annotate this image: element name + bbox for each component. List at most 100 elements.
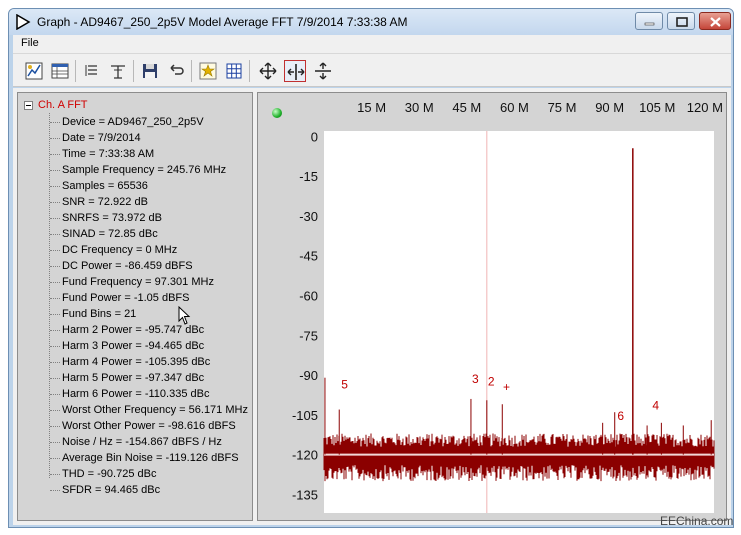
tree-branch-line (50, 218, 60, 219)
tree-branch-line (50, 330, 60, 331)
tree-branch-line (50, 154, 60, 155)
tree-branch-line (50, 314, 60, 315)
undo-icon (170, 64, 184, 75)
maximize-button[interactable] (667, 12, 695, 30)
tree-branch-line (50, 266, 60, 267)
tree-branch-line (50, 202, 60, 203)
tree-branch-line (50, 170, 60, 171)
y-tick-label: 0 (311, 129, 318, 144)
tree-item-label: SNRFS = 73.972 dB (62, 212, 162, 224)
tree-connector (49, 113, 50, 478)
tree-branch-line (50, 442, 60, 443)
tree-item-label: DC Frequency = 0 MHz (62, 244, 178, 256)
harmonic-annotation: 6 (617, 409, 624, 423)
x-tick-label: 105 M (639, 100, 675, 115)
x-tick-label: 120 M (687, 100, 723, 115)
tree-branch-line (50, 426, 60, 427)
tree-item-label: SINAD = 72.85 dBc (62, 228, 158, 240)
list-icon (85, 65, 97, 76)
tree-branch-line (50, 362, 60, 363)
tree-branch-line (50, 234, 60, 235)
tree-item-label: DC Power = -86.459 dBFS (62, 260, 193, 272)
tree-branch-line (50, 298, 60, 299)
results-tree[interactable]: Ch. A FFT Device = AD9467_250_2p5V Date =… (17, 92, 253, 521)
zoom-xy-icon (259, 62, 277, 80)
tree-item-label: Samples = 65536 (62, 180, 148, 192)
tree-item-label: Harm 6 Power = -110.335 dBc (62, 388, 210, 400)
close-button[interactable] (699, 12, 731, 30)
y-tick-label: -15 (299, 169, 318, 184)
toolbar-separator (249, 60, 250, 82)
tree-item-label: Sample Frequency = 245.76 MHz (62, 164, 227, 176)
tree-branch-line (50, 458, 60, 459)
tree-item-label: Time = 7:33:38 AM (62, 148, 155, 160)
zoom-xy-button[interactable] (257, 60, 279, 82)
y-tick-label: -105 (292, 408, 318, 423)
harmonic-annotation: 3 (472, 372, 479, 386)
tree-item-label: Fund Frequency = 97.301 MHz (62, 276, 214, 288)
tree-item-label: SFDR = 94.465 dBc (62, 484, 161, 496)
tree-item-label: Fund Power = -1.05 dBFS (62, 292, 190, 304)
zoom-y-button[interactable] (312, 60, 334, 82)
tree-branch-line (50, 138, 60, 139)
zoom-y-icon (315, 62, 331, 80)
tree-item-label: Harm 4 Power = -105.395 dBc (62, 356, 211, 368)
save-button[interactable] (139, 60, 161, 82)
tree-item-label: Average Bin Noise = -119.126 dBFS (62, 452, 239, 464)
x-tick-label: 30 M (405, 100, 434, 115)
x-tick-label: 45 M (452, 100, 481, 115)
undo-button[interactable] (165, 60, 187, 82)
tree-item-label: Harm 5 Power = -97.347 dBc (62, 372, 205, 384)
harmonic-annotation: 2 (488, 375, 495, 389)
tree-item-label: Worst Other Frequency = 56.171 MHz (62, 404, 248, 416)
graph-window: Graph - AD9467_250_2p5V Model Average FF… (8, 8, 734, 528)
table-icon (51, 63, 69, 79)
minimize-button[interactable] (635, 12, 663, 30)
fft-settings-button[interactable] (197, 60, 219, 82)
play-triangle-icon (16, 14, 31, 30)
grid-button[interactable] (223, 60, 245, 82)
tree-branch-line (50, 394, 60, 395)
tree-branch-line (50, 186, 60, 187)
window-title: Graph - AD9467_250_2p5V Model Average FF… (37, 15, 408, 29)
menu-bar: File (13, 35, 731, 53)
fft-plot[interactable]: 15 M 30 M 45 M 60 M 75 M 90 M 105 M 120 M 0 -15 -3… (258, 93, 727, 521)
tree-branch-line (50, 346, 60, 347)
chart-properties-button[interactable] (23, 60, 45, 82)
tree-item-label: Harm 3 Power = -94.465 dBc (62, 340, 205, 352)
x-tick-label: 90 M (595, 100, 624, 115)
tree-item-label: Device = AD9467_250_2p5V (62, 116, 204, 128)
table-button[interactable] (49, 60, 71, 82)
mouse-cursor-icon (178, 306, 191, 325)
y-tick-label: -45 (299, 249, 318, 264)
toolbar (13, 53, 731, 87)
menu-file[interactable]: File (21, 37, 39, 49)
save-icon (143, 64, 157, 78)
minimize-icon (644, 22, 655, 26)
tree-item-label: THD = -90.725 dBc (62, 468, 157, 480)
tree-item-label: Date = 7/9/2014 (62, 132, 141, 144)
maximize-icon (676, 17, 688, 27)
fft-settings-icon (199, 62, 217, 80)
collapse-icon[interactable] (24, 101, 33, 110)
zoom-x-icon (287, 64, 305, 80)
watermark: EEChina.com (660, 514, 734, 528)
title-bar[interactable]: Graph - AD9467_250_2p5V Model Average FF… (9, 9, 733, 35)
tree-branch-line (50, 410, 60, 411)
tree-branch-line (50, 250, 60, 251)
y-tick-label: -75 (299, 328, 318, 343)
marker-button[interactable] (107, 60, 129, 82)
tree-item-label: Fund Bins = 21 (62, 308, 137, 320)
x-tick-label: 60 M (500, 100, 529, 115)
y-tick-label: -135 (292, 487, 318, 502)
harmonic-annotation: 5 (341, 377, 348, 391)
tree-branch-line (50, 122, 60, 123)
fft-plot-pane[interactable]: 15 M 30 M 45 M 60 M 75 M 90 M 105 M 120 M 0 -15 -3… (257, 92, 727, 521)
harmonic-annotation: + (503, 380, 510, 394)
zoom-x-button[interactable] (284, 60, 306, 82)
list-button[interactable] (81, 60, 103, 82)
client-area: Ch. A FFT Device = AD9467_250_2p5V Date =… (13, 88, 731, 525)
tree-item-label: Worst Other Power = -98.616 dBFS (62, 420, 236, 432)
y-tick-label: -60 (299, 288, 318, 303)
tree-branch-line (50, 282, 60, 283)
